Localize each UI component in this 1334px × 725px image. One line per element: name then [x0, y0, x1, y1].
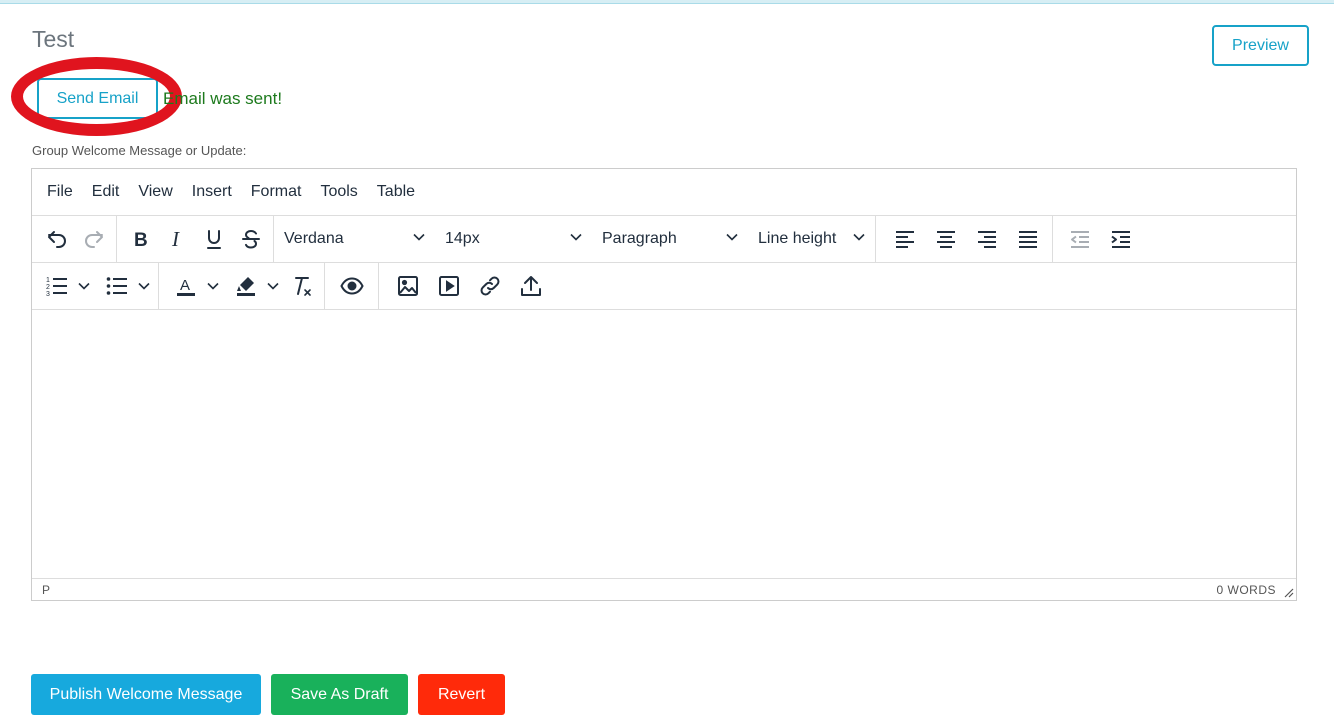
svg-text:2: 2	[46, 284, 50, 291]
underline-icon[interactable]	[195, 221, 232, 257]
upload-icon[interactable]	[510, 268, 551, 304]
line-height-select[interactable]: Line height	[748, 221, 875, 257]
align-left-icon[interactable]	[884, 221, 925, 257]
editor-content-area[interactable]	[32, 310, 1296, 580]
menu-view[interactable]: View	[138, 183, 172, 201]
align-justify-icon[interactable]	[1007, 221, 1048, 257]
image-icon[interactable]	[387, 268, 428, 304]
rich-text-editor: File Edit View Insert Format Tools Table…	[31, 168, 1297, 601]
line-height-value: Line height	[758, 230, 837, 247]
resize-handle-icon[interactable]	[1282, 586, 1294, 598]
save-as-draft-button[interactable]: Save As Draft	[271, 674, 408, 715]
editor-toolbar-primary: B I Verdana 14px Paragraph Line height	[32, 216, 1296, 263]
media-icon[interactable]	[428, 268, 469, 304]
chevron-down-icon	[853, 230, 865, 248]
svg-text:I: I	[171, 227, 180, 251]
menu-insert[interactable]: Insert	[192, 183, 232, 201]
chevron-down-icon	[413, 230, 425, 248]
menu-edit[interactable]: Edit	[92, 183, 120, 201]
chevron-down-icon[interactable]	[134, 268, 154, 304]
menu-tools[interactable]: Tools	[320, 183, 357, 201]
top-accent-line	[0, 3, 1334, 4]
send-email-button[interactable]: Send Email	[37, 78, 158, 119]
menu-table[interactable]: Table	[377, 183, 415, 201]
numbered-list-icon[interactable]: 123	[40, 268, 74, 304]
chevron-down-icon[interactable]	[263, 268, 283, 304]
chevron-down-icon	[570, 230, 582, 248]
text-color-split-button[interactable]: A	[169, 268, 223, 304]
word-count[interactable]: 0 WORDS	[1216, 583, 1276, 597]
undo-icon[interactable]	[38, 221, 75, 257]
menu-format[interactable]: Format	[251, 183, 302, 201]
editor-statusbar: P 0 WORDS	[32, 578, 1296, 600]
indent-icon[interactable]	[1100, 221, 1141, 257]
font-family-select[interactable]: Verdana	[274, 221, 435, 257]
chevron-down-icon	[726, 230, 738, 248]
preview-eye-icon[interactable]	[333, 268, 370, 304]
bullet-list-split-button[interactable]	[100, 268, 154, 304]
highlight-color-split-button[interactable]	[229, 268, 283, 304]
block-format-value: Paragraph	[602, 230, 677, 247]
menu-file[interactable]: File	[47, 183, 73, 201]
message-field-label: Group Welcome Message or Update:	[32, 143, 247, 158]
align-right-icon[interactable]	[966, 221, 1007, 257]
align-center-icon[interactable]	[925, 221, 966, 257]
svg-text:A: A	[180, 277, 190, 294]
page-title: Test	[32, 26, 75, 52]
font-family-value: Verdana	[284, 230, 344, 247]
chevron-down-icon[interactable]	[74, 268, 94, 304]
strikethrough-icon[interactable]	[232, 221, 269, 257]
svg-text:1: 1	[46, 277, 50, 284]
block-format-select[interactable]: Paragraph	[592, 221, 748, 257]
email-sent-status: Email was sent!	[163, 89, 283, 108]
svg-text:B: B	[134, 230, 148, 251]
highlight-color-icon[interactable]	[229, 268, 263, 304]
link-icon[interactable]	[469, 268, 510, 304]
redo-icon[interactable]	[75, 221, 112, 257]
svg-text:3: 3	[46, 291, 50, 298]
text-color-icon[interactable]: A	[169, 268, 203, 304]
editor-toolbar-secondary: 123 A	[32, 263, 1296, 310]
chevron-down-icon[interactable]	[203, 268, 223, 304]
bold-icon[interactable]: B	[121, 221, 158, 257]
outdent-icon[interactable]	[1059, 221, 1100, 257]
clear-formatting-icon[interactable]	[283, 268, 320, 304]
numbered-list-split-button[interactable]: 123	[40, 268, 94, 304]
element-path[interactable]: P	[42, 583, 50, 597]
font-size-value: 14px	[445, 230, 480, 247]
italic-icon[interactable]: I	[158, 221, 195, 257]
revert-button[interactable]: Revert	[418, 674, 505, 715]
publish-welcome-message-button[interactable]: Publish Welcome Message	[31, 674, 261, 715]
editor-menubar: File Edit View Insert Format Tools Table	[32, 169, 1296, 216]
font-size-select[interactable]: 14px	[435, 221, 592, 257]
preview-button[interactable]: Preview	[1212, 25, 1309, 66]
bullet-list-icon[interactable]	[100, 268, 134, 304]
